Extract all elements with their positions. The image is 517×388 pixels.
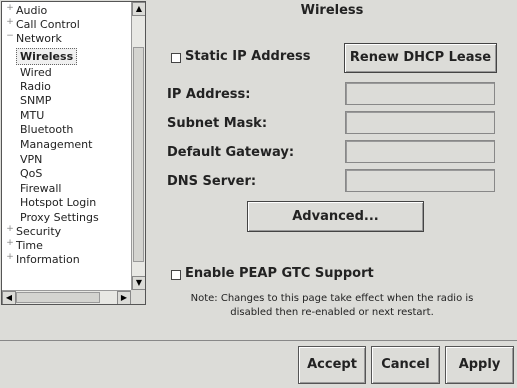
default-gateway-field[interactable] bbox=[345, 140, 495, 163]
accept-button[interactable]: Accept bbox=[298, 346, 366, 384]
dns-server-label: DNS Server: bbox=[167, 174, 257, 189]
page-title: Wireless bbox=[300, 3, 364, 18]
tree-item-call-control[interactable]: + Call Control bbox=[4, 18, 80, 32]
footer-divider bbox=[0, 340, 517, 341]
scrollbar-corner bbox=[131, 290, 145, 304]
scroll-right-arrow-icon[interactable]: ▶ bbox=[117, 291, 131, 304]
tree-item-time[interactable]: + Time bbox=[4, 239, 43, 253]
expand-icon[interactable]: + bbox=[6, 253, 14, 262]
default-gateway-label: Default Gateway: bbox=[167, 145, 295, 160]
tree-item-radio[interactable]: Radio bbox=[20, 80, 51, 93]
tree-item-qos[interactable]: QoS bbox=[20, 167, 42, 180]
collapse-icon[interactable]: − bbox=[6, 32, 14, 41]
expand-icon[interactable]: + bbox=[6, 239, 14, 248]
cancel-button[interactable]: Cancel bbox=[371, 346, 440, 384]
tree-item-firewall[interactable]: Firewall bbox=[20, 182, 61, 195]
tree-item-information[interactable]: + Information bbox=[4, 253, 79, 267]
expand-icon[interactable]: + bbox=[6, 4, 14, 13]
navigation-tree[interactable]: + Audio + Call Control − Network Wireles… bbox=[1, 1, 146, 305]
subnet-mask-label: Subnet Mask: bbox=[167, 116, 268, 131]
tree-item-wireless[interactable]: Wireless bbox=[16, 48, 78, 65]
renew-dhcp-lease-button[interactable]: Renew DHCP Lease bbox=[344, 43, 497, 73]
tree-vertical-scrollbar[interactable]: ▲ ▼ bbox=[131, 2, 145, 290]
scroll-left-arrow-icon[interactable]: ◀ bbox=[2, 291, 16, 304]
wireless-settings-panel: Wireless Static IP Address Renew DHCP Le… bbox=[147, 0, 517, 340]
ip-address-field[interactable] bbox=[345, 82, 495, 105]
static-ip-checkbox[interactable] bbox=[171, 53, 181, 63]
tree-item-management[interactable]: Management bbox=[20, 138, 92, 151]
apply-button[interactable]: Apply bbox=[445, 346, 514, 384]
expand-icon[interactable]: + bbox=[6, 225, 14, 234]
tree-item-audio[interactable]: + Audio bbox=[4, 4, 47, 18]
scroll-down-arrow-icon[interactable]: ▼ bbox=[132, 276, 145, 290]
tree-item-bluetooth[interactable]: Bluetooth bbox=[20, 123, 73, 136]
tree-item-wired[interactable]: Wired bbox=[20, 66, 52, 79]
tree-item-proxy-settings[interactable]: Proxy Settings bbox=[20, 211, 99, 224]
advanced-button[interactable]: Advanced... bbox=[247, 201, 424, 232]
subnet-mask-field[interactable] bbox=[345, 111, 495, 134]
tree-item-mtu[interactable]: MTU bbox=[20, 109, 44, 122]
expand-icon[interactable]: + bbox=[6, 18, 14, 27]
enable-peap-gtc-label[interactable]: Enable PEAP GTC Support bbox=[185, 266, 374, 281]
static-ip-label[interactable]: Static IP Address bbox=[185, 49, 311, 64]
tree-horizontal-scrollbar[interactable]: ◀ ▶ bbox=[2, 290, 131, 304]
ip-address-label: IP Address: bbox=[167, 87, 251, 102]
enable-peap-gtc-checkbox[interactable] bbox=[171, 270, 181, 280]
restart-note: Note: Changes to this page take effect w… bbox=[190, 293, 474, 318]
horizontal-scroll-thumb[interactable] bbox=[16, 292, 100, 303]
tree-item-security[interactable]: + Security bbox=[4, 225, 61, 239]
tree-item-hotspot-login[interactable]: Hotspot Login bbox=[20, 196, 96, 209]
tree-item-network[interactable]: − Network bbox=[4, 32, 62, 46]
scroll-up-arrow-icon[interactable]: ▲ bbox=[132, 2, 145, 16]
tree-item-snmp[interactable]: SNMP bbox=[20, 94, 51, 107]
vertical-scroll-thumb[interactable] bbox=[133, 47, 144, 262]
tree-item-vpn[interactable]: VPN bbox=[20, 153, 42, 166]
dns-server-field[interactable] bbox=[345, 169, 495, 192]
